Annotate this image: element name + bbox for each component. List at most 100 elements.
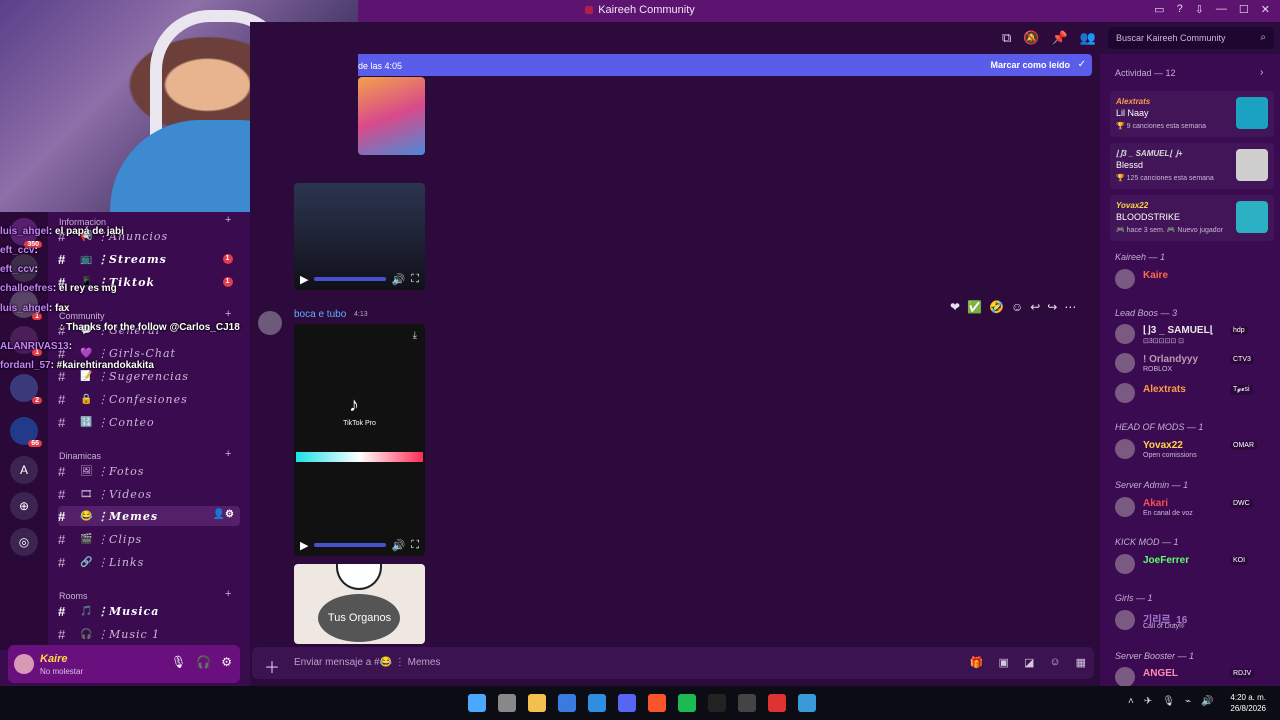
channel-item[interactable]: # 🔢 ⋮ Conteo [58, 412, 240, 432]
headphones-icon[interactable]: 🎧 [196, 655, 211, 669]
wifi-off-icon[interactable]: ✈ [1144, 696, 1152, 707]
member-list-icon[interactable]: 👥 [1080, 30, 1096, 46]
add-server-icon[interactable]: A [10, 456, 38, 484]
tiktok-video[interactable]: ⤓ ♪ TikTok Pro ▶ 🔊 ⛶ [294, 324, 425, 556]
terminal-icon[interactable] [708, 694, 726, 712]
add-server-button[interactable]: ⊕ [10, 492, 38, 520]
minimize-button[interactable]: — [1216, 3, 1227, 16]
download-icon[interactable]: ⤓ [413, 330, 417, 341]
app-icon[interactable] [768, 694, 786, 712]
member-tag: T𝓰𝓮si [1230, 385, 1253, 395]
threads-icon[interactable]: ⧉ [1002, 30, 1011, 46]
chat-line: ALANRIVAS13: [0, 341, 72, 352]
apps-icon[interactable]: ▦ [1076, 656, 1086, 669]
reply-icon[interactable]: ↩ [1030, 300, 1040, 314]
microphone-icon[interactable]: 🎙 [1162, 696, 1175, 707]
window-title-text: Kaireeh Community [598, 4, 695, 16]
member-item[interactable]: Alextrats T𝓰𝓮si [1112, 381, 1274, 407]
new-messages-bar[interactable]: de las 4:05 Marcar como leído ✓ [358, 54, 1092, 76]
channel-item[interactable]: # 😂 ⋮ Memes 👤⚙ [58, 506, 240, 526]
video-attachment-thumbnail[interactable] [358, 77, 425, 155]
meme-image[interactable]: Tus Organos [294, 564, 425, 644]
explore-servers-button[interactable]: ◎ [10, 528, 38, 556]
channel-item[interactable]: # 🔒 ⋮ Confesiones [58, 389, 240, 409]
download-icon[interactable]: ⇩ [1195, 3, 1204, 16]
add-channel-icon[interactable]: + [225, 448, 231, 460]
mention-badge: 2 [32, 397, 42, 404]
microphone-icon[interactable]: 🎙 [171, 655, 186, 669]
channel-item[interactable]: # 🎬 ⋮ Clips [58, 529, 240, 549]
member-tag: OMAR [1230, 441, 1257, 450]
add-reaction-icon[interactable]: ☺ [1011, 300, 1023, 314]
settings-gear-icon[interactable]: ⚙ [221, 655, 232, 669]
chat-line: eft_ccv: [0, 264, 38, 275]
channel-item[interactable]: # 🎞 ⋮ Videos [58, 484, 240, 504]
play-icon[interactable]: ▶ [300, 539, 308, 552]
member-item[interactable]: 기리르_16 Call of Duty® [1112, 608, 1274, 634]
emoji-icon[interactable]: ☺ [1049, 656, 1060, 669]
close-button[interactable]: ✕ [1261, 3, 1270, 16]
member-item[interactable]: JoeFerrer KOI [1112, 552, 1274, 578]
channel-item[interactable]: # 🖼 ⋮ Fotos [58, 461, 240, 481]
activity-card[interactable]: Alextrats Lil Naay 🏆 9 canciones esta sema… [1110, 91, 1274, 137]
message-author[interactable]: boca e tubo [294, 309, 346, 320]
gift-icon[interactable]: 🎁 [970, 656, 984, 669]
member-item[interactable]: ! Orlandyyy CTV3 ROBLOX [1112, 351, 1274, 377]
file-explorer-icon[interactable] [528, 694, 546, 712]
pin-icon[interactable]: 📌 [1051, 30, 1067, 46]
maximize-button[interactable]: ☐ [1239, 3, 1249, 16]
server-icon[interactable]: 66 [10, 417, 42, 447]
heart-reaction-icon[interactable]: ❤ [950, 300, 960, 314]
chevron-right-icon[interactable]: › [1260, 67, 1263, 78]
member-item[interactable]: Akari DWC En canal de voz [1112, 495, 1274, 521]
more-icon[interactable]: ⋯ [1064, 300, 1076, 314]
brave-icon[interactable] [648, 694, 666, 712]
activity-card[interactable]: ⌊⌋3 _ SAMUEL⌊ ⌋+ Blessd 🏆 125 canciones es… [1110, 143, 1274, 189]
category-dinamicas[interactable]: Dinamicas [59, 451, 101, 461]
channel-item[interactable]: # 🔗 ⋮ Links [58, 552, 240, 572]
volume-icon[interactable]: 🔊 [392, 273, 406, 286]
system-clock[interactable]: 4:20 a. m. 26/8/2026 [1230, 692, 1266, 714]
check-reaction-icon[interactable]: ✅ [967, 300, 982, 314]
chevron-up-icon[interactable]: ˄ [1128, 696, 1134, 707]
video-progress[interactable] [314, 543, 386, 547]
video-progress[interactable] [314, 277, 386, 281]
avatar[interactable] [14, 654, 34, 674]
edge-icon[interactable] [588, 694, 606, 712]
message-composer[interactable]: ＋ Enviar mensaje a #😂 ⋮ Memes 🎁 ▣ ◪ ☺ ▦ [252, 647, 1094, 679]
volume-icon[interactable]: 🔊 [1201, 696, 1213, 707]
network-icon[interactable]: ⌁ [1185, 696, 1191, 707]
video-attachment[interactable]: ▶ 🔊 ⛶ [294, 183, 425, 290]
member-item[interactable]: Kaire [1112, 267, 1274, 293]
channel-item[interactable]: # 🎵 ⋮ Musica [58, 601, 240, 621]
forward-icon[interactable]: ↪ [1047, 300, 1057, 314]
search-input[interactable]: Buscar Kaireeh Community ⌕ [1108, 27, 1274, 49]
discord-icon[interactable] [618, 694, 636, 712]
category-rooms[interactable]: Rooms [59, 591, 88, 601]
obs-icon[interactable] [738, 694, 756, 712]
fullscreen-icon[interactable]: ⛶ [411, 539, 419, 552]
spotify-icon[interactable] [678, 694, 696, 712]
member-item[interactable]: ⌊⌋3 _ SAMUEL⌊ hdp ⊡3⊡⊡⊡⊡ ⊡ [1112, 322, 1274, 348]
task-view-icon[interactable] [498, 694, 516, 712]
volume-icon[interactable]: 🔊 [392, 539, 406, 552]
mute-bell-icon[interactable]: 🔕 [1023, 30, 1039, 46]
avatar[interactable] [258, 311, 282, 335]
laugh-reaction-icon[interactable]: 🤣 [989, 300, 1004, 314]
sticker-icon[interactable]: ◪ [1024, 656, 1034, 669]
mark-read-button[interactable]: Marcar como leído [990, 60, 1070, 70]
play-icon[interactable]: ▶ [300, 273, 308, 286]
member-item[interactable]: Yovax22 OMAR Open comissions [1112, 437, 1274, 463]
channel-item[interactable]: # 🎧 ⋮ Music 1 [58, 624, 240, 644]
fullscreen-icon[interactable]: ⛶ [411, 273, 419, 286]
photos-icon[interactable] [798, 694, 816, 712]
add-channel-icon[interactable]: + [225, 588, 231, 600]
channel-settings-icon[interactable]: 👤⚙ [213, 509, 234, 520]
gif-icon[interactable]: ▣ [999, 656, 1009, 669]
start-icon[interactable] [468, 694, 486, 712]
attach-plus-icon[interactable]: ＋ [264, 654, 280, 678]
store-icon[interactable] [558, 694, 576, 712]
inbox-icon[interactable]: ▭ [1154, 3, 1164, 16]
activity-card[interactable]: Yovax22 BLOODSTRIKE 🎮 hace 3 sem. 🎮 Nuevo … [1110, 195, 1274, 241]
help-icon[interactable]: ? [1177, 3, 1183, 16]
